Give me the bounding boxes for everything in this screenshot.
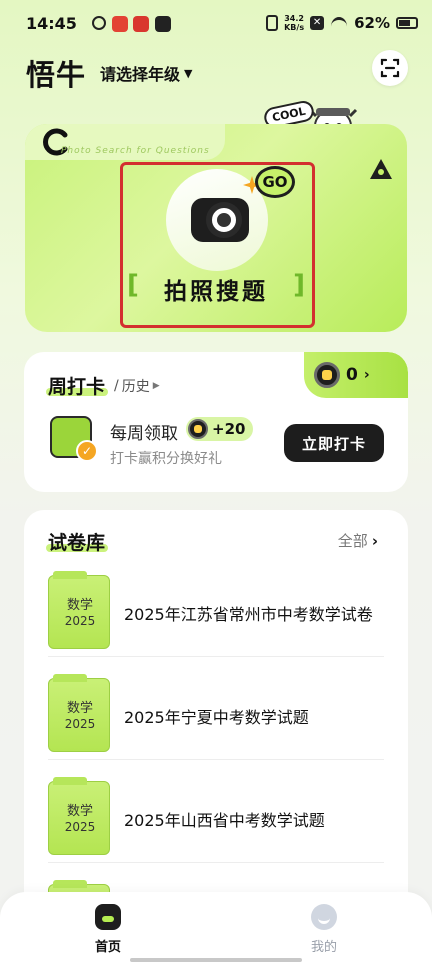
paper-title: 2025年山西省中考数学试题 <box>124 811 325 830</box>
nav-home-tab[interactable]: 首页 <box>82 904 134 955</box>
points-pill[interactable]: 0 › <box>304 352 408 398</box>
weekly-checkin-card: 周打卡 / 历史 ▶ 0 › ✓ 每周领取 +20 打卡赢积分换好礼 立即打卡 <box>24 352 408 492</box>
divider <box>48 862 384 863</box>
cool-badge-icon <box>370 159 392 179</box>
reward-title: 每周领取 <box>110 424 178 444</box>
divider <box>48 759 384 760</box>
paper-list-item[interactable]: 数学 2025 2025年宁夏中考数学试题 <box>48 668 384 760</box>
photo-search-card[interactable]: Photo Search for Questions GO [ ] 拍照搜题 <box>25 124 407 332</box>
thumb-year: 2025 <box>64 614 96 628</box>
checkin-button[interactable]: 立即打卡 <box>284 424 384 462</box>
app-notification-icon <box>112 16 128 32</box>
home-icon <box>95 904 121 930</box>
highlight-box <box>120 162 315 328</box>
paper-thumbnail: 数学 2025 <box>48 777 110 855</box>
points-value: 0 <box>346 365 358 385</box>
paper-list-item[interactable]: 数学 2025 2025年山西省中考数学试题 <box>48 771 384 863</box>
caret-down-icon: ▼ <box>184 66 193 80</box>
grade-selector-label: 请选择年级 <box>100 65 181 84</box>
paper-thumbnail: 数学 2025 <box>48 571 110 649</box>
thumb-subject: 数学 <box>66 701 93 716</box>
app-notification-icon <box>92 16 106 30</box>
status-bar: 14:45 34.2 KB/s ✕ 62% <box>0 0 432 48</box>
grade-selector[interactable]: 请选择年级 ▼ <box>100 61 192 85</box>
library-title: 试卷库 <box>48 532 106 554</box>
app-title: 悟牛 <box>26 58 87 92</box>
view-all-link[interactable]: 全部 › <box>338 530 378 551</box>
nav-home-label: 首页 <box>94 940 121 955</box>
bottom-nav: 首页 我的 <box>0 892 432 964</box>
nav-mine-label: 我的 <box>310 940 337 955</box>
status-time: 14:45 <box>26 14 77 33</box>
nav-mine-tab[interactable]: 我的 <box>298 904 350 955</box>
view-all-label: 全部 <box>337 532 368 550</box>
history-label: 历史 <box>121 379 150 395</box>
net-speed-unit: KB/s <box>284 23 305 32</box>
paper-thumbnail: 数学 2025 <box>48 674 110 752</box>
chevron-right-icon: › <box>371 531 378 550</box>
thumb-year: 2025 <box>64 717 96 731</box>
battery-percent: 62% <box>354 14 390 32</box>
paper-title: 2025年江苏省常州市中考数学试卷 <box>124 605 373 624</box>
reward-description: 打卡赢积分换好礼 <box>110 451 222 467</box>
no-sim-icon: ✕ <box>310 16 325 30</box>
wifi-icon <box>330 16 348 30</box>
home-indicator[interactable] <box>130 958 302 962</box>
thumb-year: 2025 <box>64 820 96 834</box>
paper-list-item[interactable]: 数学 2025 2025年江苏省常州市中考数学试卷 <box>48 565 384 657</box>
net-speed-value: 34.2 <box>284 14 304 23</box>
hero-watermark: Photo Search for Questions <box>61 146 210 156</box>
vibrate-icon <box>266 15 279 31</box>
thumb-subject: 数学 <box>66 598 93 613</box>
reward-badge: +20 <box>186 417 254 441</box>
profile-icon <box>311 904 337 930</box>
thumb-subject: 数学 <box>66 804 93 819</box>
scan-button[interactable] <box>372 50 408 86</box>
scan-icon <box>380 58 400 78</box>
caret-right-icon: ▶ <box>152 381 160 391</box>
battery-icon <box>396 17 418 29</box>
reward-amount: +20 <box>212 420 246 438</box>
check-icon: ✓ <box>76 440 98 462</box>
coin-icon <box>314 362 340 388</box>
status-indicators: 34.2 KB/s ✕ 62% <box>266 14 418 32</box>
checkin-title: 周打卡 <box>48 376 106 398</box>
history-separator: / <box>114 378 119 394</box>
coin-icon <box>188 419 208 439</box>
history-link[interactable]: / 历史 ▶ <box>114 376 160 396</box>
paper-title: 2025年宁夏中考数学试题 <box>124 708 309 727</box>
chevron-right-icon: › <box>363 367 370 383</box>
app-notification-icon <box>155 16 171 32</box>
app-notification-icon <box>133 16 149 32</box>
network-speed: 34.2 KB/s <box>284 14 304 32</box>
divider <box>48 656 384 657</box>
